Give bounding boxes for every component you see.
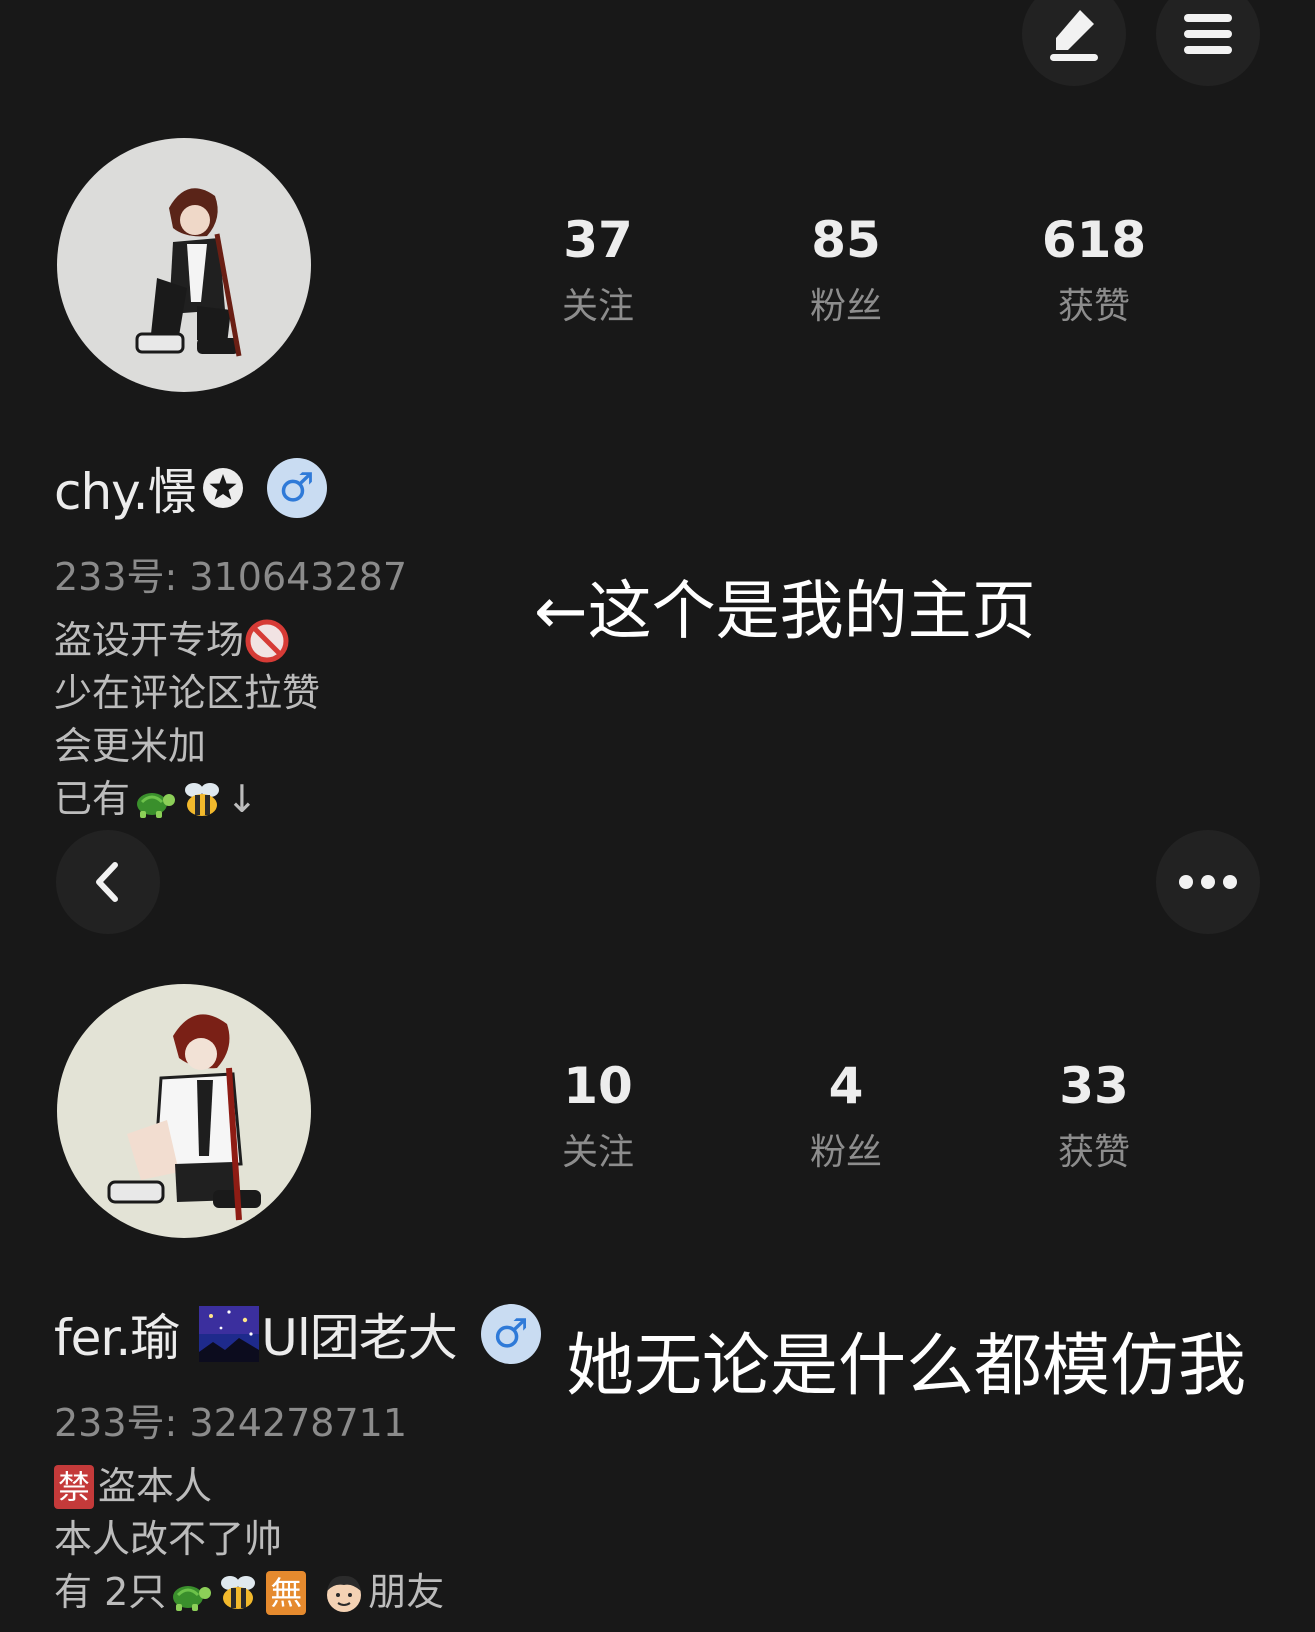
hamburger-menu-icon (1184, 14, 1232, 54)
username-row: fer.瑜 Ul团老大 ♂ (54, 1298, 541, 1370)
bio-text: 盗本人 (98, 1464, 213, 1508)
stat-likes[interactable]: 33 获赞 (1004, 1056, 1184, 1176)
none-badge: 無 (266, 1570, 307, 1615)
stat-followers[interactable]: 85 粉丝 (756, 210, 936, 330)
stat-value: 4 (828, 1057, 864, 1115)
bio: 禁 盗本人 本人改不了帅 有 2只 無 朋友 (54, 1460, 444, 1619)
avatar-character-image (135, 188, 242, 357)
boy-face-icon (322, 1571, 366, 1615)
avatar[interactable] (57, 984, 311, 1238)
more-button[interactable] (1156, 830, 1260, 934)
bio-line: 禁 盗本人 (54, 1460, 444, 1513)
annotation-text: 她无论是什么都模仿我 (566, 1327, 1247, 1406)
bee-icon (180, 778, 224, 822)
bio-text: ↓ (226, 777, 258, 821)
stat-following[interactable]: 10 关注 (508, 1056, 688, 1176)
bio-line: 盗设开专场 (54, 614, 320, 667)
bio-text: 少在评论区拉赞 (54, 671, 321, 715)
avatar-character-image (107, 1014, 261, 1221)
stat-label: 粉丝 (809, 286, 882, 327)
edit-button[interactable] (1022, 0, 1126, 86)
bio-text: 朋友 (368, 1570, 445, 1614)
stat-label: 获赞 (1057, 286, 1130, 327)
stat-followers[interactable]: 4 粉丝 (756, 1056, 936, 1176)
menu-button[interactable] (1156, 0, 1260, 86)
bio-text: 有 2只 (54, 1570, 167, 1614)
annotation-text: ←这个是我的主页 (534, 575, 1036, 649)
turtle-icon (168, 1571, 212, 1615)
bio-line: 会更米加 (54, 720, 320, 773)
back-button[interactable] (56, 830, 160, 934)
bio-text: 本人改不了帅 (54, 1517, 283, 1561)
stat-likes[interactable]: 618 获赞 (1004, 210, 1184, 330)
avatar[interactable] (57, 138, 311, 392)
stat-value: 618 (1041, 211, 1147, 269)
stat-label: 关注 (561, 1132, 634, 1173)
gender-male-badge: ♂ (480, 1304, 541, 1364)
bio-line: 少在评论区拉赞 (54, 667, 320, 720)
stat-following[interactable]: 37 关注 (508, 210, 688, 330)
turtle-icon (132, 778, 176, 822)
username: fer.瑜 (54, 1309, 180, 1367)
stat-label: 粉丝 (809, 1132, 882, 1173)
prohibited-icon (245, 619, 289, 662)
forbidden-badge: 禁 (54, 1464, 95, 1509)
more-dots-icon (1179, 875, 1237, 889)
stat-label: 关注 (561, 286, 634, 327)
username: chy.憬 (54, 463, 198, 521)
user-id[interactable]: 233号: 324278711 (54, 1392, 407, 1447)
username-row: chy.憬 ♂ (54, 452, 327, 524)
starry-night-icon (199, 1306, 260, 1362)
bio-line: 本人改不了帅 (54, 1513, 444, 1566)
stat-value: 33 (1059, 1057, 1129, 1115)
bio-text: 盗设开专场 (54, 618, 245, 662)
bio: 盗设开专场 少在评论区拉赞 会更米加 已有 ↓ (54, 614, 320, 826)
gender-male-badge: ♂ (266, 458, 327, 518)
bee-icon (216, 1571, 260, 1615)
stat-value: 37 (563, 211, 633, 269)
username-suffix: Ul团老大 (261, 1309, 457, 1367)
bio-line: 有 2只 無 朋友 (54, 1566, 444, 1619)
pencil-icon (1050, 10, 1098, 61)
stat-value: 10 (563, 1057, 633, 1115)
user-id[interactable]: 233号: 310643287 (54, 546, 407, 601)
bio-line: 已有 ↓ (54, 773, 320, 826)
stat-value: 85 (811, 211, 881, 269)
chevron-left-icon (96, 862, 118, 902)
stat-label: 获赞 (1057, 1132, 1130, 1173)
bio-text: 已有 (54, 777, 131, 821)
bio-text: 会更米加 (54, 724, 207, 768)
star-circle-icon (202, 468, 243, 508)
